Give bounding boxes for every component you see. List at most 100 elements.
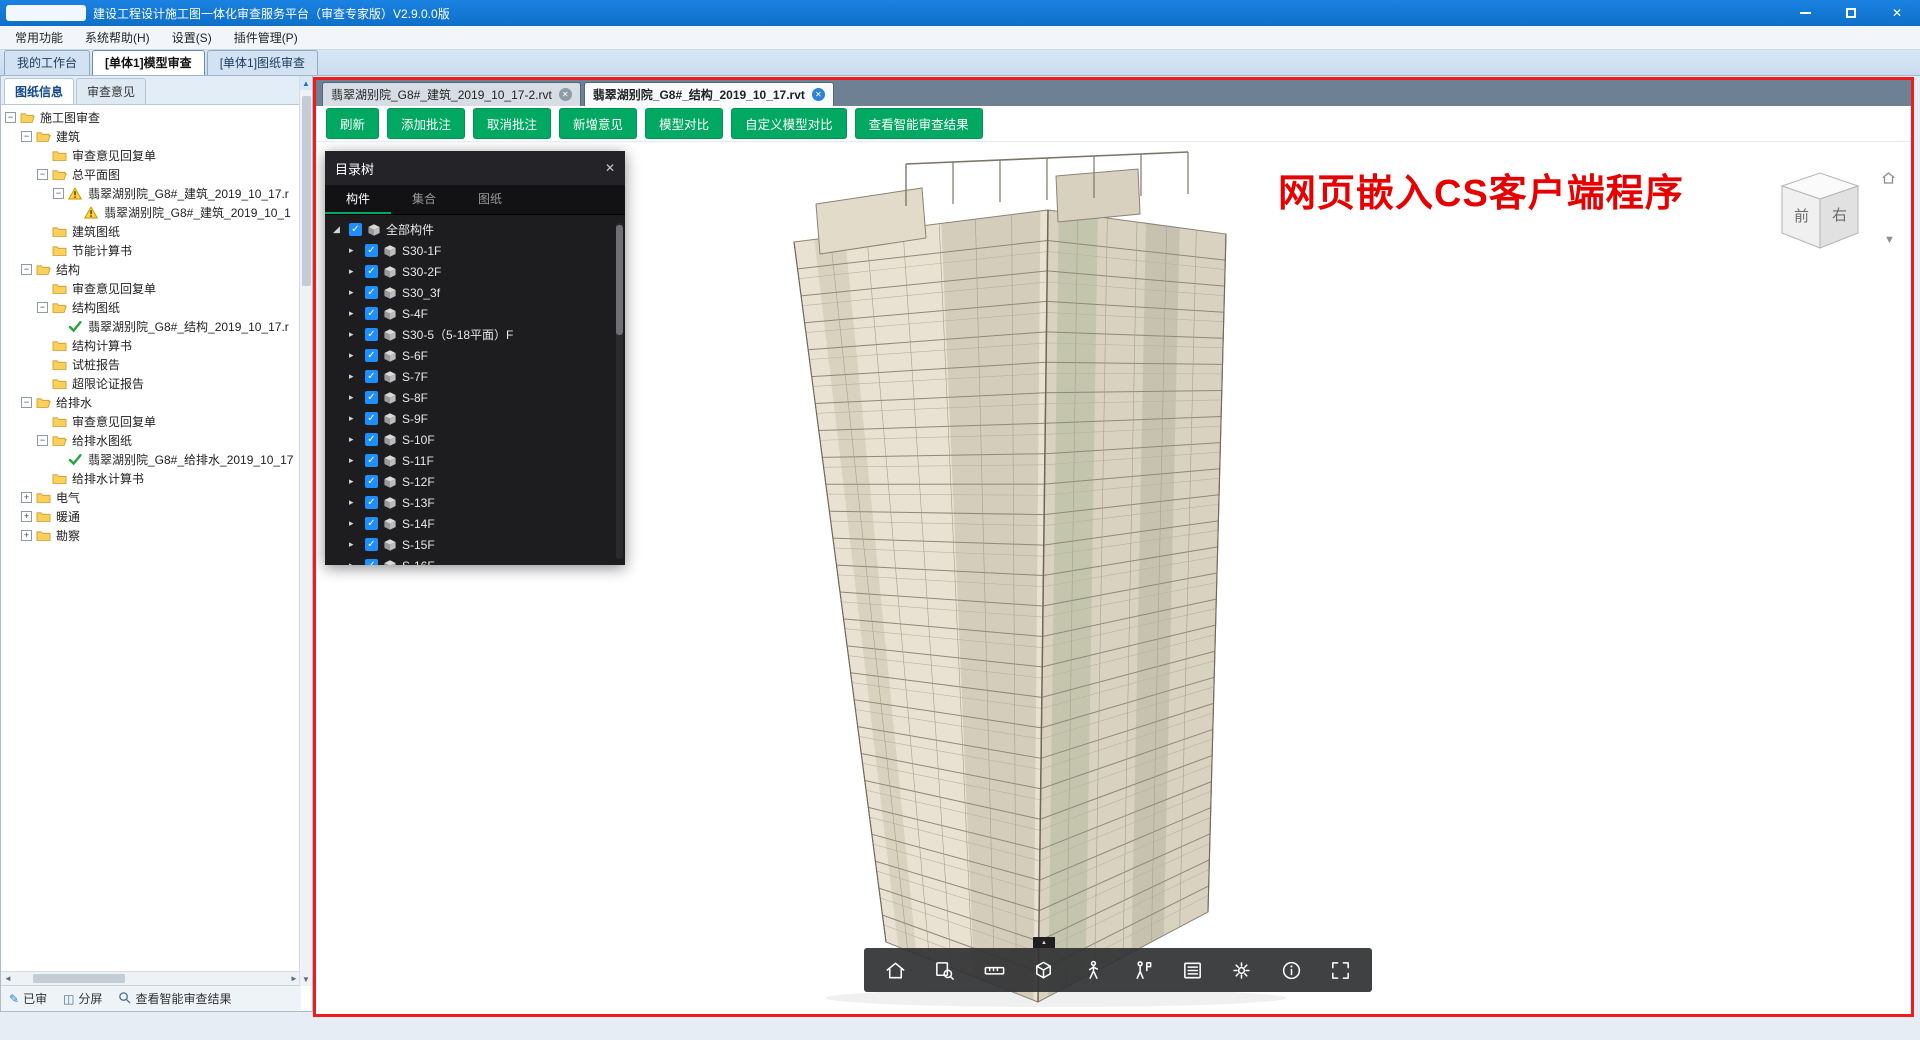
expand-arrow-icon[interactable]: ▸ (349, 245, 360, 256)
view-extents-icon[interactable] (930, 955, 960, 985)
toolbar-button[interactable]: 自定义模型对比 (731, 108, 847, 139)
menu-item[interactable]: 常用功能 (4, 26, 74, 49)
model-viewer[interactable]: 网页嵌入CS客户端程序 前 右 ▼ (316, 142, 1911, 1014)
panel-tree-item[interactable]: ▸✓S30-2F (325, 261, 625, 282)
tree-item[interactable]: −结构 (1, 260, 301, 279)
expand-arrow-icon[interactable]: ▸ (349, 455, 360, 466)
panel-tree-item[interactable]: ▸✓S-15F (325, 534, 625, 555)
tree-item[interactable]: −施工图审查 (1, 108, 301, 127)
expand-arrow-icon[interactable]: ▸ (349, 539, 360, 550)
tree-item[interactable]: +电气 (1, 488, 301, 507)
tree-item[interactable]: −给排水 (1, 393, 301, 412)
document-tab[interactable]: 翡翠湖别院_G8#_结构_2019_10_17.rvt✕ (584, 82, 834, 106)
toolbar-button[interactable]: 刷新 (326, 108, 379, 139)
panel-tree-item[interactable]: ▸✓S-11F (325, 450, 625, 471)
expand-arrow-icon[interactable]: ▸ (349, 329, 360, 340)
scroll-left-icon[interactable]: ◄ (1, 974, 15, 983)
section-box-icon[interactable] (1029, 955, 1059, 985)
tree-item[interactable]: −建筑 (1, 127, 301, 146)
tree-item[interactable]: −结构图纸 (1, 298, 301, 317)
expand-arrow-icon[interactable]: ▸ (349, 497, 360, 508)
scroll-down-icon[interactable]: ▼ (300, 972, 312, 986)
tree-item[interactable]: 翡翠湖别院_G8#_结构_2019_10_17.r (1, 317, 301, 336)
checkbox-checked[interactable]: ✓ (365, 412, 378, 425)
status-item[interactable]: ✎已审 (9, 990, 47, 1007)
panel-tree-item[interactable]: ◢✓全部构件 (325, 219, 625, 240)
checkbox-checked[interactable]: ✓ (365, 265, 378, 278)
tree-item[interactable]: 审查意见回复单 (1, 412, 301, 431)
collapse-icon[interactable]: − (21, 264, 32, 275)
tree-item[interactable]: −总平面图 (1, 165, 301, 184)
maximize-icon[interactable] (1828, 0, 1874, 26)
collapse-icon[interactable]: − (37, 169, 48, 180)
panel-tree-item[interactable]: ▸✓S-7F (325, 366, 625, 387)
close-icon[interactable]: ✕ (1874, 0, 1920, 26)
dock-expand-icon[interactable]: ▲ (1033, 937, 1055, 948)
main-tab[interactable]: [单体1]图纸审查 (207, 50, 318, 75)
checkbox-checked[interactable]: ✓ (365, 391, 378, 404)
menu-item[interactable]: 插件管理(P) (223, 26, 309, 49)
toolbar-button[interactable]: 添加批注 (387, 108, 465, 139)
close-tab-icon[interactable]: ✕ (812, 88, 825, 101)
checkbox-checked[interactable]: ✓ (365, 454, 378, 467)
expand-arrow-icon[interactable]: ▸ (349, 434, 360, 445)
collapse-icon[interactable]: − (21, 131, 32, 142)
checkbox-checked[interactable]: ✓ (349, 223, 362, 236)
expand-icon[interactable]: + (21, 492, 32, 503)
component-list-icon[interactable] (1177, 955, 1207, 985)
panel-tree-item[interactable]: ▸✓S-14F (325, 513, 625, 534)
main-tab[interactable]: [单体1]模型审查 (92, 50, 205, 75)
nav-cube[interactable]: 前 右 ▼ (1768, 168, 1911, 264)
panel-tree-item[interactable]: ▸✓S-8F (325, 387, 625, 408)
toolbar-button[interactable]: 取消批注 (473, 108, 551, 139)
panel-scroll-thumb[interactable] (616, 225, 623, 335)
collapse-icon[interactable]: − (37, 435, 48, 446)
home-icon[interactable] (880, 955, 910, 985)
home-icon[interactable] (1880, 170, 1897, 191)
measure-icon[interactable] (979, 955, 1009, 985)
tree-item[interactable]: 给排水计算书 (1, 469, 301, 488)
expand-arrow-icon[interactable]: ▸ (349, 392, 360, 403)
expand-icon[interactable]: + (21, 511, 32, 522)
close-icon[interactable]: ✕ (605, 161, 615, 175)
checkbox-checked[interactable]: ✓ (365, 517, 378, 530)
panel-tab[interactable]: 构件 (325, 185, 391, 214)
settings-icon[interactable] (1227, 955, 1257, 985)
sidebar-tab[interactable]: 审查意见 (76, 78, 146, 104)
checkbox-checked[interactable]: ✓ (365, 307, 378, 320)
tree-item[interactable]: 翡翠湖别院_G8#_给排水_2019_10_17 (1, 450, 301, 469)
expand-arrow-icon[interactable]: ▸ (349, 287, 360, 298)
toolbar-button[interactable]: 新增意见 (559, 108, 637, 139)
tree-item[interactable]: 建筑图纸 (1, 222, 301, 241)
checkbox-checked[interactable]: ✓ (365, 244, 378, 257)
panel-tab[interactable]: 图纸 (457, 185, 523, 214)
menu-item[interactable]: 设置(S) (161, 26, 223, 49)
collapse-icon[interactable]: − (21, 397, 32, 408)
checkbox-checked[interactable]: ✓ (365, 496, 378, 509)
collapse-arrow-icon[interactable]: ◢ (333, 224, 344, 235)
sidebar-tab[interactable]: 图纸信息 (4, 78, 74, 104)
panel-tree-item[interactable]: ▸✓S-9F (325, 408, 625, 429)
tree-item[interactable]: +暖通 (1, 507, 301, 526)
checkbox-checked[interactable]: ✓ (365, 559, 378, 565)
checkbox-checked[interactable]: ✓ (365, 370, 378, 383)
checkbox-checked[interactable]: ✓ (365, 433, 378, 446)
panel-tree-item[interactable]: ▸✓S-6F (325, 345, 625, 366)
expand-arrow-icon[interactable]: ▸ (349, 371, 360, 382)
tree-item[interactable]: 节能计算书 (1, 241, 301, 260)
tree-item[interactable]: 试桩报告 (1, 355, 301, 374)
tree-item[interactable]: 审查意见回复单 (1, 146, 301, 165)
fullscreen-icon[interactable] (1326, 955, 1356, 985)
checkbox-checked[interactable]: ✓ (365, 286, 378, 299)
main-tab[interactable]: 我的工作台 (4, 50, 90, 75)
panel-tree-item[interactable]: ▸✓S-16F (325, 555, 625, 565)
panel-tree-item[interactable]: ▸✓S30-1F (325, 240, 625, 261)
expand-arrow-icon[interactable]: ▸ (349, 518, 360, 529)
hscroll-thumb[interactable] (33, 974, 125, 983)
checkbox-checked[interactable]: ✓ (365, 328, 378, 341)
panel-tree-item[interactable]: ▸✓S-12F (325, 471, 625, 492)
toolbar-button[interactable]: 模型对比 (645, 108, 723, 139)
panel-tab[interactable]: 集合 (391, 185, 457, 214)
status-item[interactable]: 查看智能审查结果 (118, 990, 231, 1007)
status-item[interactable]: ◫分屏 (63, 990, 102, 1007)
